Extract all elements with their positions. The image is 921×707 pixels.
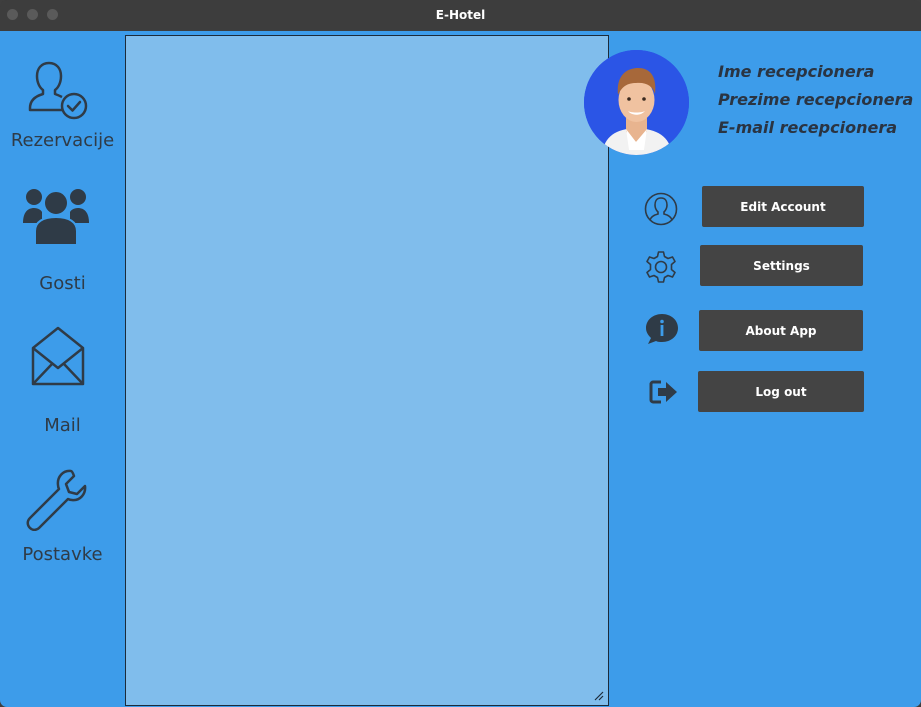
nav-label-mail: Mail bbox=[44, 415, 81, 436]
nav-label-postavke: Postavke bbox=[22, 544, 103, 565]
nav-item-mail[interactable]: Mail bbox=[0, 321, 125, 451]
log-out-button[interactable]: Log out bbox=[698, 371, 864, 412]
nav-item-postavke[interactable]: Postavke bbox=[0, 461, 125, 601]
gear-icon bbox=[646, 251, 676, 283]
profile-photo bbox=[584, 50, 689, 155]
window-title: E-Hotel bbox=[435, 8, 486, 22]
avatar bbox=[584, 50, 689, 155]
group-icon bbox=[23, 189, 89, 246]
receptionist-email: E-mail recepcionera bbox=[718, 118, 897, 137]
user-check-icon bbox=[28, 61, 88, 120]
nav-item-gosti[interactable]: Gosti bbox=[0, 171, 125, 301]
log-out-icon bbox=[649, 380, 677, 404]
app-window: E-Hotel Rezervacije Gosti Mail Postavke … bbox=[0, 0, 921, 707]
edit-account-button[interactable]: Edit Account bbox=[702, 186, 864, 227]
main-panel bbox=[125, 35, 609, 706]
envelope-open-icon bbox=[31, 326, 85, 386]
settings-button[interactable]: Settings bbox=[700, 245, 863, 286]
about-app-button[interactable]: About App bbox=[699, 310, 863, 351]
main-content: Rezervacije Gosti Mail Postavke Ime rece… bbox=[0, 31, 921, 707]
nav-label-rezervacije: Rezervacije bbox=[10, 130, 115, 151]
nav-label-gosti: Gosti bbox=[39, 273, 86, 294]
resize-grip-icon[interactable] bbox=[594, 691, 604, 701]
user-circle-icon bbox=[644, 192, 678, 226]
info-bubble-icon bbox=[646, 314, 678, 344]
title-bar: E-Hotel bbox=[0, 0, 921, 31]
wrench-icon bbox=[26, 469, 87, 531]
nav-item-rezervacije[interactable]: Rezervacije bbox=[0, 31, 125, 161]
receptionist-last-name: Prezime recepcionera bbox=[718, 90, 914, 109]
receptionist-first-name: Ime recepcionera bbox=[718, 62, 875, 81]
